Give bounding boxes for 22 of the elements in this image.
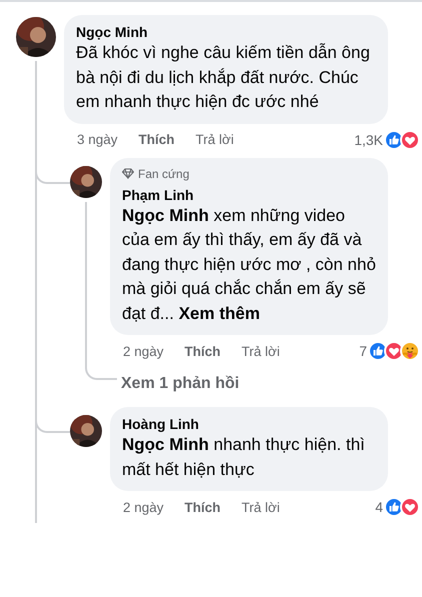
diamond-icon [122,168,134,179]
like-button[interactable]: Thích [184,344,221,358]
fan-badge-label: Fan cứng [138,166,190,182]
author-name[interactable]: Hoàng Linh [122,415,376,433]
reply-button[interactable]: Trả lời [196,132,234,147]
comment-time: 3 ngày [77,132,118,147]
comment-text: Ngọc Minh xem những video của em ấy thì thấy, em ấy đã và đang thực hiện ước mơ , còn nhỏ mà giỏi quá chắc chắn em ấy sẽ đạt đ... Xem thêm [122,204,376,324]
reaction-count[interactable]: 4 [375,499,383,515]
like-button[interactable]: Thích [184,500,221,514]
comment-text: Ngọc Minh nhanh thực hiện. thì mất hết hiện thực [122,434,366,480]
comment-text: Đã khóc vì nghe câu kiếm tiền dẫn ông bà nội đi du lịch khắp đất nước. Chúc em nhanh thực hiện đc ước nhé [76,42,371,113]
reply-button[interactable]: Trả lời [242,500,280,514]
author-name[interactable]: Phạm Linh [122,186,376,204]
see-more-link[interactable]: Xem thêm [178,304,260,322]
view-replies-link[interactable]: Xem 1 phản hồi [121,371,240,397]
author-name[interactable]: Ngọc Minh [76,23,376,41]
reaction-count[interactable]: 1,3K [354,132,383,148]
comment-time: 2 ngày [123,500,164,514]
comment-time: 2 ngày [123,344,164,358]
reaction-count[interactable]: 7 [359,343,367,359]
reply-button[interactable]: Trả lời [242,344,280,358]
like-button[interactable]: Thích [138,132,175,147]
